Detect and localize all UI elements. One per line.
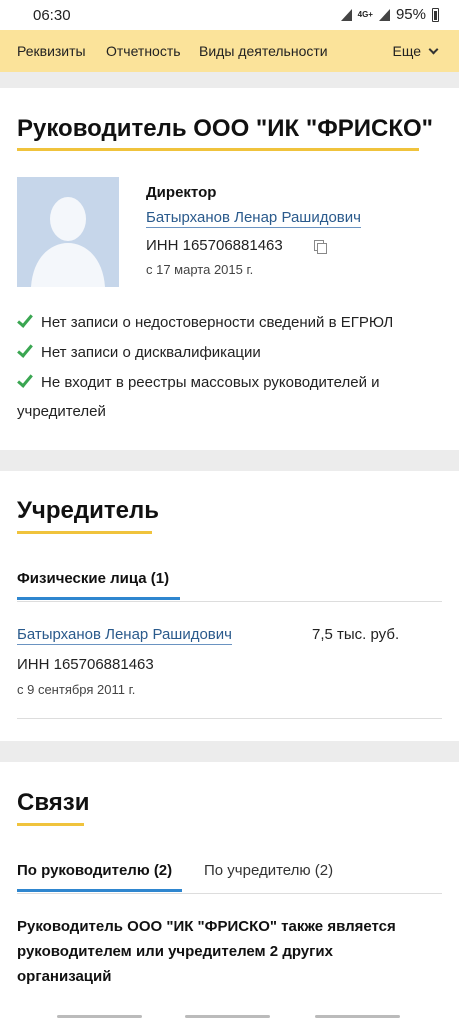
tab-by-director[interactable]: По руководителю (2) — [17, 862, 172, 879]
links-tabs-divider — [17, 893, 442, 894]
checkmark-icon — [17, 311, 33, 328]
check-text: Нет записи о дисквалификации — [41, 344, 261, 361]
more-menu-button[interactable]: Еще — [392, 43, 439, 59]
network-type-label: 4G+ — [357, 9, 373, 19]
status-icons: 4G+ 95% — [340, 6, 439, 23]
chevron-down-icon — [428, 44, 439, 55]
copy-icon[interactable] — [314, 240, 327, 254]
top-tab-bar: Реквизиты Отчетность Виды деятельности Е… — [0, 30, 459, 72]
person-silhouette-icon — [17, 177, 119, 287]
tab-individuals-underline — [17, 597, 180, 600]
checkmark-icon — [17, 341, 33, 358]
head-title: Руководитель ООО "ИК "ФРИСКО" — [17, 115, 434, 142]
check-item: Не входит в реестры массовых руководител… — [17, 368, 442, 426]
tab-requisites[interactable]: Реквизиты — [17, 43, 86, 59]
check-text: Нет записи о недостоверности сведений в … — [41, 314, 394, 331]
founder-title-underline — [17, 531, 152, 534]
check-item: Нет записи о дисквалификации — [17, 338, 442, 367]
nav-hint-center — [185, 1015, 270, 1018]
signal-icon — [340, 8, 352, 21]
founder-tabs-divider — [17, 601, 442, 602]
founder-title: Учредитель — [17, 497, 159, 524]
tab-reports[interactable]: Отчетность — [106, 43, 181, 59]
nav-hint-right — [315, 1015, 400, 1018]
more-label: Еще — [392, 43, 422, 59]
director-name-link[interactable]: Батырханов Ленар Рашидович — [146, 209, 361, 228]
nav-hint-left — [57, 1015, 142, 1018]
avatar — [17, 177, 119, 287]
check-item: Нет записи о недостоверности сведений в … — [17, 308, 442, 337]
checkmark-icon — [17, 371, 33, 388]
founder-share-amount: 7,5 тыс. руб. — [312, 626, 400, 643]
head-title-underline — [17, 148, 419, 151]
tab-activities[interactable]: Виды деятельности — [199, 43, 328, 59]
battery-icon — [432, 7, 439, 22]
links-title: Связи — [17, 789, 90, 816]
director-since: с 17 марта 2015 г. — [146, 262, 254, 277]
founder-inn: ИНН 165706881463 — [17, 656, 154, 673]
tab-individuals[interactable]: Физические лица (1) — [17, 570, 169, 587]
founder-bottom-divider — [17, 718, 442, 719]
check-text: Не входит в реестры массовых руководител… — [17, 374, 380, 420]
status-time: 06:30 — [33, 7, 71, 24]
battery-percent: 95% — [395, 6, 426, 23]
status-bar: 06:30 4G+ 95% — [0, 0, 459, 30]
founder-since: с 9 сентября 2011 г. — [17, 682, 136, 697]
signal-icon-2 — [378, 8, 390, 21]
links-title-underline — [17, 823, 84, 826]
founder-name-link[interactable]: Батырханов Ленар Рашидович — [17, 626, 232, 645]
tab-by-founder[interactable]: По учредителю (2) — [204, 862, 333, 879]
head-role: Директор — [146, 184, 217, 201]
tab-by-director-underline — [17, 889, 182, 892]
director-inn: ИНН 165706881463 — [146, 237, 283, 254]
links-description: Руководитель ООО "ИК "ФРИСКО" также явля… — [17, 918, 396, 985]
